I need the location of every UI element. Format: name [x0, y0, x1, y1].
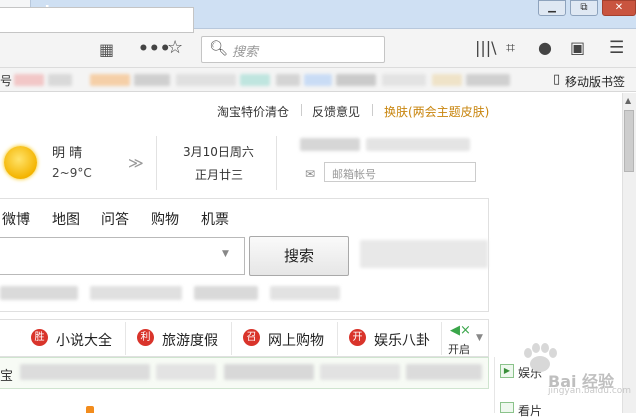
shopping-badge-icon: 召	[243, 329, 260, 346]
bookmark-item[interactable]	[14, 74, 44, 86]
ticker-item[interactable]	[320, 364, 400, 380]
divider	[276, 136, 277, 190]
lunar-date: 正月廿三	[195, 168, 244, 182]
hot-search-link[interactable]	[90, 286, 182, 300]
divider	[301, 104, 302, 116]
category-more-icon[interactable]: ▼	[476, 333, 483, 343]
restore-window-button[interactable]: ⧉	[570, 0, 598, 16]
close-window-button[interactable]: ✕	[602, 0, 636, 16]
travel-badge-icon: 利	[137, 329, 154, 346]
divider	[441, 322, 442, 355]
tab-qa[interactable]: 问答	[101, 209, 129, 229]
email-placeholder: 邮箱帐号	[332, 168, 376, 181]
page-actions-icon[interactable]: •••	[138, 39, 171, 59]
sound-toggle-label[interactable]: 开启	[448, 341, 470, 357]
category-travel[interactable]: 旅游度假	[162, 330, 218, 350]
speaker-muted-icon[interactable]: ◀×	[450, 323, 471, 338]
redacted-text	[366, 138, 470, 151]
weather-more-icon[interactable]: ≫	[128, 154, 144, 172]
category-gossip[interactable]: 娱乐八卦	[374, 330, 430, 350]
main-search-input[interactable]	[0, 237, 245, 275]
divider	[337, 322, 338, 355]
tab-tickets[interactable]: 机票	[201, 209, 229, 229]
solar-date: 3月10日周六	[183, 145, 254, 159]
search-placeholder: 搜索	[232, 45, 259, 60]
video-icon	[500, 402, 514, 413]
bookmark-item[interactable]	[176, 74, 236, 86]
bookmark-item[interactable]	[48, 74, 72, 86]
ticker-leading-text: 宝	[0, 369, 14, 384]
hot-search-link[interactable]	[0, 286, 78, 300]
watermark-url: jingyan.baidu.com	[548, 386, 632, 396]
bookmark-item[interactable]	[304, 74, 332, 86]
hot-search-link[interactable]	[194, 286, 258, 300]
bookmark-item[interactable]	[382, 74, 426, 86]
ticker-item[interactable]	[20, 364, 150, 380]
flame-icon	[86, 406, 94, 413]
bookmark-item[interactable]	[90, 74, 130, 86]
weather-temperature: 2~9°C	[52, 166, 92, 180]
chat-icon[interactable]: ●	[538, 38, 552, 57]
library-icon[interactable]: |||\	[475, 38, 497, 57]
divider	[231, 322, 232, 355]
sunny-weather-icon[interactable]	[4, 146, 37, 179]
bookmark-item[interactable]	[240, 74, 270, 86]
mobile-icon: ▯	[553, 72, 561, 87]
bookmark-star-icon[interactable]: ☆	[167, 37, 183, 58]
ticker-item[interactable]	[156, 364, 216, 380]
entertainment-icon: ▶	[500, 364, 514, 378]
side-watch-link[interactable]: 看片	[518, 402, 542, 419]
scroll-up-icon[interactable]: ▲	[625, 96, 631, 105]
mobile-bookmarks-button[interactable]: 移动版书签	[565, 73, 625, 90]
feedback-link[interactable]: 反馈意见	[312, 103, 360, 120]
browser-search-box[interactable]	[201, 36, 385, 63]
bookmark-item[interactable]	[134, 74, 170, 86]
menu-icon[interactable]: ☰	[609, 38, 624, 58]
search-suggest-dropdown-icon[interactable]: ▼	[222, 249, 229, 259]
hot-search-link[interactable]	[270, 286, 340, 300]
bookmark-item[interactable]	[336, 74, 376, 86]
divider	[372, 104, 373, 116]
screenshot-icon[interactable]: ⌗	[506, 38, 515, 58]
entertainment-badge-icon: 开	[349, 329, 366, 346]
tab-shopping[interactable]: 购物	[151, 209, 179, 229]
ticker-item[interactable]	[406, 364, 482, 380]
mail-icon: ✉	[305, 167, 316, 181]
weather-condition: 明 晴	[52, 146, 83, 161]
address-bar[interactable]	[0, 7, 194, 33]
bookmark-item[interactable]	[276, 74, 300, 86]
search-icon: 🔍︎	[209, 39, 229, 57]
redacted-promo[interactable]	[360, 240, 488, 268]
taobao-clearance-link[interactable]: 淘宝特价清仓	[217, 103, 289, 120]
change-skin-link[interactable]: 换肤(两会主题皮肤)	[384, 103, 489, 120]
redacted-text	[300, 138, 360, 151]
minimize-window-button[interactable]: ▁	[538, 0, 566, 16]
bookmark-item[interactable]: 号	[0, 72, 12, 89]
novel-badge-icon: 胜	[31, 329, 48, 346]
sidebar-icon[interactable]: ▣	[570, 38, 585, 57]
bookmark-item[interactable]	[466, 74, 510, 86]
search-button[interactable]: 搜索	[249, 236, 349, 276]
ticker-item[interactable]	[224, 364, 314, 380]
divider	[156, 136, 157, 190]
category-shopping[interactable]: 网上购物	[268, 330, 324, 350]
tab-map[interactable]: 地图	[52, 209, 80, 229]
tab-weibo[interactable]: 微博	[2, 209, 30, 229]
category-novels[interactable]: 小说大全	[56, 330, 112, 350]
divider	[125, 322, 126, 355]
scrollbar-thumb[interactable]	[624, 110, 634, 172]
qr-code-icon[interactable]: ▦	[99, 40, 114, 59]
bookmark-item[interactable]	[432, 74, 462, 86]
